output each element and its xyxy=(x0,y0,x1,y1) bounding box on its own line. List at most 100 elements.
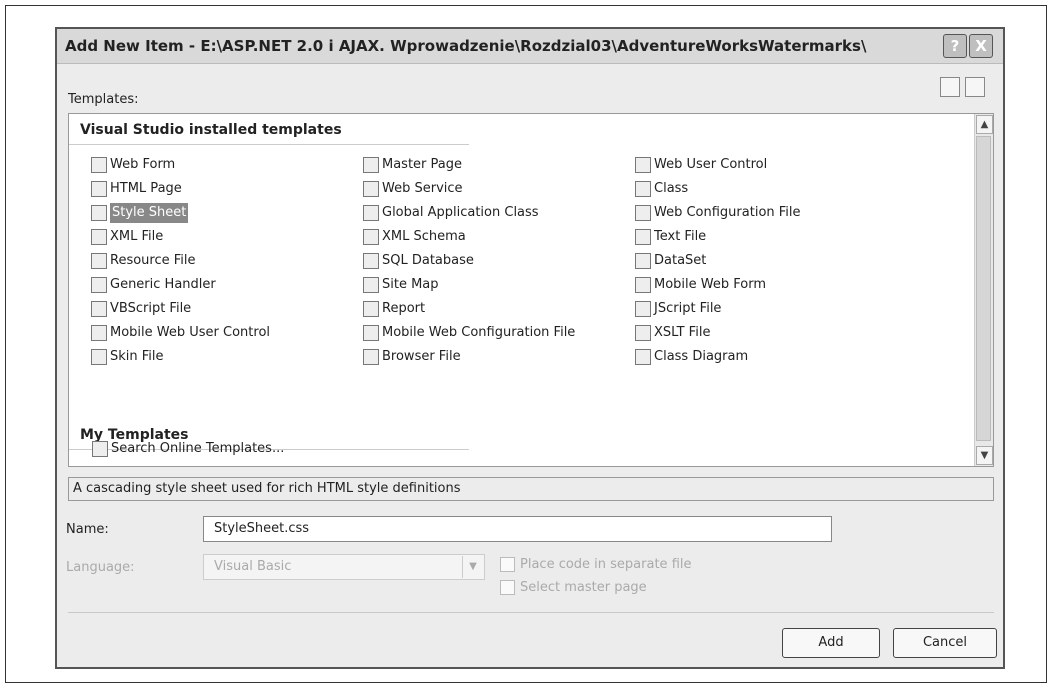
master-page-icon xyxy=(363,157,379,173)
template-item-class-diagram[interactable]: Class Diagram xyxy=(635,347,748,367)
scroll-up-icon[interactable]: ▲ xyxy=(976,115,993,134)
report-icon xyxy=(363,301,379,317)
name-field[interactable]: StyleSheet.css xyxy=(203,516,832,542)
mobile-web-user-control-icon xyxy=(91,325,107,341)
template-item-label: Resource File xyxy=(110,253,196,268)
template-item-label: Site Map xyxy=(382,277,439,292)
language-select[interactable]: Visual Basic ▼ xyxy=(203,554,485,580)
template-item-web-form[interactable]: Web Form xyxy=(91,155,175,175)
xslt-file-icon xyxy=(635,325,651,341)
template-item-mobile-web-configuration-file[interactable]: Mobile Web Configuration File xyxy=(363,323,575,343)
template-item-global-application-class[interactable]: Global Application Class xyxy=(363,203,539,223)
template-item-xml-schema[interactable]: XML Schema xyxy=(363,227,466,247)
template-item-label: DataSet xyxy=(654,253,707,268)
template-item-label: JScript File xyxy=(654,301,722,316)
template-item-label: Master Page xyxy=(382,157,462,172)
template-item-label: Skin File xyxy=(110,349,164,364)
close-button[interactable]: X xyxy=(969,34,993,58)
template-item-xslt-file[interactable]: XSLT File xyxy=(635,323,710,343)
template-item-label: XML Schema xyxy=(382,229,466,244)
separator xyxy=(68,612,994,613)
template-item-label: Class xyxy=(654,181,689,196)
site-map-icon xyxy=(363,277,379,293)
add-new-item-dialog: Add New Item - E:\ASP.NET 2.0 i AJAX. Wp… xyxy=(55,27,1005,669)
template-item-search-online[interactable]: Search Online Templates... xyxy=(92,439,284,459)
help-button[interactable]: ? xyxy=(943,34,967,58)
xml-schema-icon xyxy=(363,229,379,245)
template-item-style-sheet[interactable]: Style Sheet xyxy=(91,203,189,223)
template-item-label: Search Online Templates... xyxy=(111,441,285,456)
template-item-label: Mobile Web Form xyxy=(654,277,766,292)
template-item-label: Style Sheet xyxy=(110,203,189,223)
template-item-class[interactable]: Class xyxy=(635,179,688,199)
templates-list[interactable]: Visual Studio installed templates Web Fo… xyxy=(68,113,994,467)
master-page-checkbox[interactable]: Select master page xyxy=(500,580,647,595)
browser-file-icon xyxy=(363,349,379,365)
template-item-label: HTML Page xyxy=(110,181,182,196)
language-select-value: Visual Basic xyxy=(214,559,292,574)
small-icons-view-button[interactable] xyxy=(965,77,985,97)
template-item-label: Report xyxy=(382,301,426,316)
templates-label: Templates: xyxy=(68,92,139,107)
style-sheet-icon xyxy=(91,205,107,221)
checkbox-box[interactable] xyxy=(500,580,515,595)
separate-file-checkbox[interactable]: Place code in separate file xyxy=(500,557,692,572)
template-item-sql-database[interactable]: SQL Database xyxy=(363,251,474,271)
template-item-label: Mobile Web User Control xyxy=(110,325,271,340)
template-item-label: Web Form xyxy=(110,157,176,172)
vbscript-file-icon xyxy=(91,301,107,317)
large-icons-view-button[interactable] xyxy=(940,77,960,97)
template-item-label: XML File xyxy=(110,229,164,244)
cancel-button[interactable]: Cancel xyxy=(893,628,997,658)
template-item-skin-file[interactable]: Skin File xyxy=(91,347,164,367)
template-item-label: SQL Database xyxy=(382,253,474,268)
chevron-down-icon: ▼ xyxy=(462,556,483,578)
text-file-icon xyxy=(635,229,651,245)
skin-file-icon xyxy=(91,349,107,365)
installed-templates-heading: Visual Studio installed templates xyxy=(80,122,342,138)
web-form-icon xyxy=(91,157,107,173)
template-item-label: XSLT File xyxy=(654,325,711,340)
template-item-generic-handler[interactable]: Generic Handler xyxy=(91,275,216,295)
template-item-label: Global Application Class xyxy=(382,205,539,220)
resource-file-icon xyxy=(91,253,107,269)
title-bar: Add New Item - E:\ASP.NET 2.0 i AJAX. Wp… xyxy=(57,29,1003,64)
template-item-web-service[interactable]: Web Service xyxy=(363,179,463,199)
scroll-down-icon[interactable]: ▼ xyxy=(976,446,993,465)
add-button[interactable]: Add xyxy=(782,628,880,658)
template-item-label: Web User Control xyxy=(654,157,768,172)
template-item-resource-file[interactable]: Resource File xyxy=(91,251,196,271)
template-item-jscript-file[interactable]: JScript File xyxy=(635,299,721,319)
vertical-scrollbar[interactable]: ▲ ▼ xyxy=(974,114,993,466)
template-item-browser-file[interactable]: Browser File xyxy=(363,347,461,367)
template-item-web-configuration-file[interactable]: Web Configuration File xyxy=(635,203,801,223)
template-item-vbscript-file[interactable]: VBScript File xyxy=(91,299,191,319)
search-online-icon xyxy=(92,441,108,457)
template-item-mobile-web-user-control[interactable]: Mobile Web User Control xyxy=(91,323,270,343)
template-item-label: Mobile Web Configuration File xyxy=(382,325,576,340)
language-label: Language: xyxy=(66,560,135,575)
template-item-label: Text File xyxy=(654,229,707,244)
template-item-label: VBScript File xyxy=(110,301,192,316)
sql-database-icon xyxy=(363,253,379,269)
checkbox-label: Select master page xyxy=(520,580,647,595)
web-configuration-file-icon xyxy=(635,205,651,221)
template-item-label: Browser File xyxy=(382,349,461,364)
template-item-label: Web Service xyxy=(382,181,463,196)
scroll-thumb[interactable] xyxy=(976,136,991,441)
template-item-text-file[interactable]: Text File xyxy=(635,227,706,247)
template-item-mobile-web-form[interactable]: Mobile Web Form xyxy=(635,275,766,295)
template-item-xml-file[interactable]: XML File xyxy=(91,227,163,247)
template-item-html-page[interactable]: HTML Page xyxy=(91,179,182,199)
template-item-master-page[interactable]: Master Page xyxy=(363,155,462,175)
web-service-icon xyxy=(363,181,379,197)
template-item-report[interactable]: Report xyxy=(363,299,425,319)
template-item-site-map[interactable]: Site Map xyxy=(363,275,439,295)
section-divider xyxy=(69,144,469,145)
template-item-label: Class Diagram xyxy=(654,349,749,364)
checkbox-box[interactable] xyxy=(500,557,515,572)
template-item-label: Web Configuration File xyxy=(654,205,801,220)
dialog-title: Add New Item - E:\ASP.NET 2.0 i AJAX. Wp… xyxy=(65,37,867,55)
template-item-web-user-control[interactable]: Web User Control xyxy=(635,155,767,175)
template-item-dataset[interactable]: DataSet xyxy=(635,251,706,271)
